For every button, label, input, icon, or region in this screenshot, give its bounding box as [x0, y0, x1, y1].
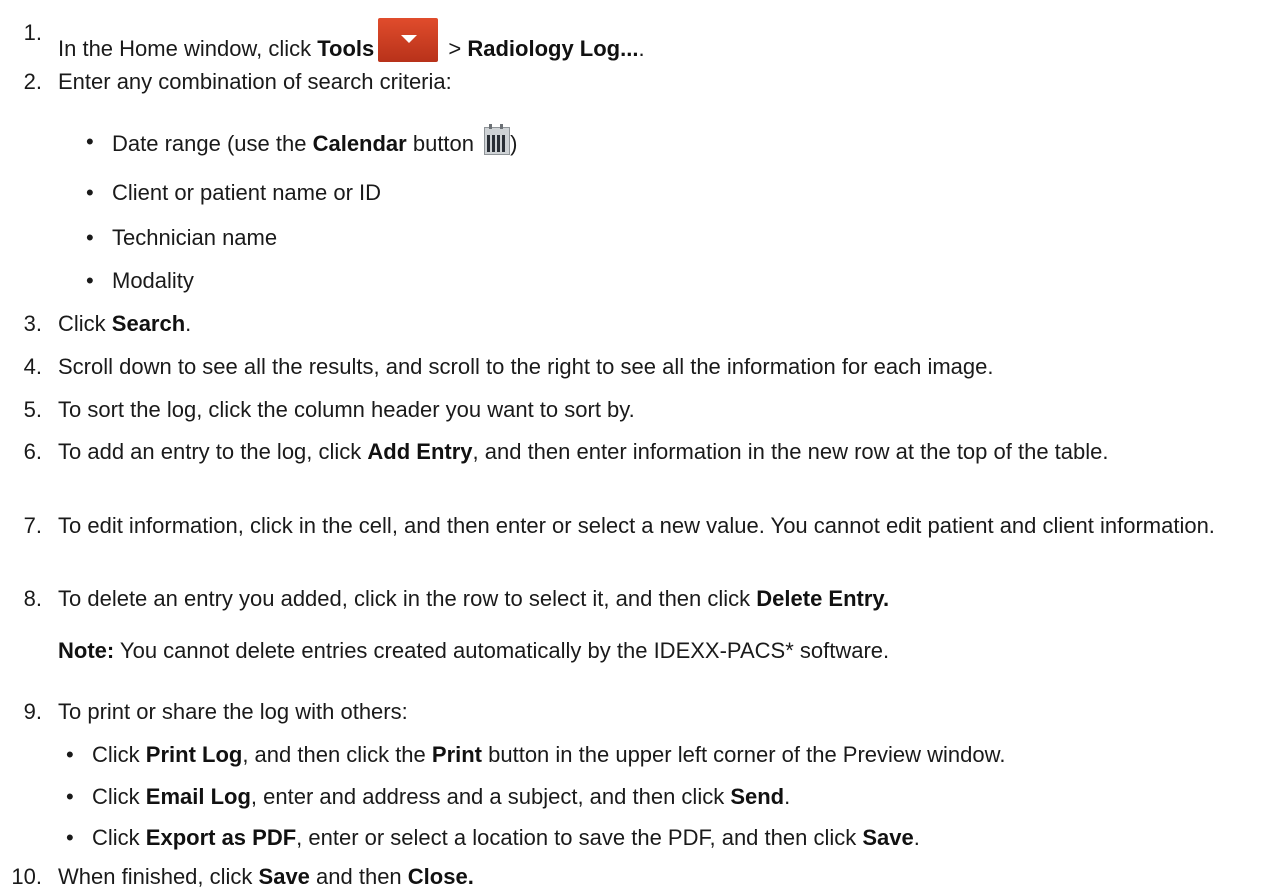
calendar-label: Calendar: [312, 131, 407, 156]
radiology-log-label: Radiology Log...: [467, 36, 639, 61]
note-label: Note:: [58, 638, 115, 663]
close-label: Close.: [407, 864, 474, 889]
step-text: To print or share the log with others:: [58, 699, 408, 724]
delete-entry-label: Delete Entry.: [756, 586, 890, 611]
step-number: 1.: [23, 20, 42, 45]
step-text: Enter any combination of search criteria…: [58, 69, 452, 94]
calendar-icon: [484, 124, 511, 155]
step-text: In the Home window, click: [58, 36, 318, 61]
export-pdf-label: Export as PDF: [145, 825, 297, 850]
email-log-label: Email Log: [145, 784, 251, 809]
save-label: Save: [862, 825, 914, 850]
tools-label: Tools: [317, 36, 375, 61]
note-text: You cannot delete entries created automa…: [114, 638, 890, 663]
add-entry-label: Add Entry: [367, 439, 473, 464]
search-label: Search: [111, 311, 186, 336]
step-text: Scroll down to see all the results, and …: [58, 354, 994, 379]
print-label: Print: [431, 742, 483, 767]
instructions-document: 1. In the Home window, click Tools > Rad…: [0, 0, 1279, 890]
bullet: •: [86, 129, 94, 154]
step-text: To sort the log, click the column header…: [58, 397, 635, 422]
step-text: To edit information, click in the cell, …: [58, 513, 1215, 538]
print-log-label: Print Log: [145, 742, 243, 767]
send-label: Send: [730, 784, 785, 809]
save-label: Save: [258, 864, 310, 889]
separator: >: [442, 36, 468, 61]
tools-dropdown-icon: [378, 18, 439, 62]
